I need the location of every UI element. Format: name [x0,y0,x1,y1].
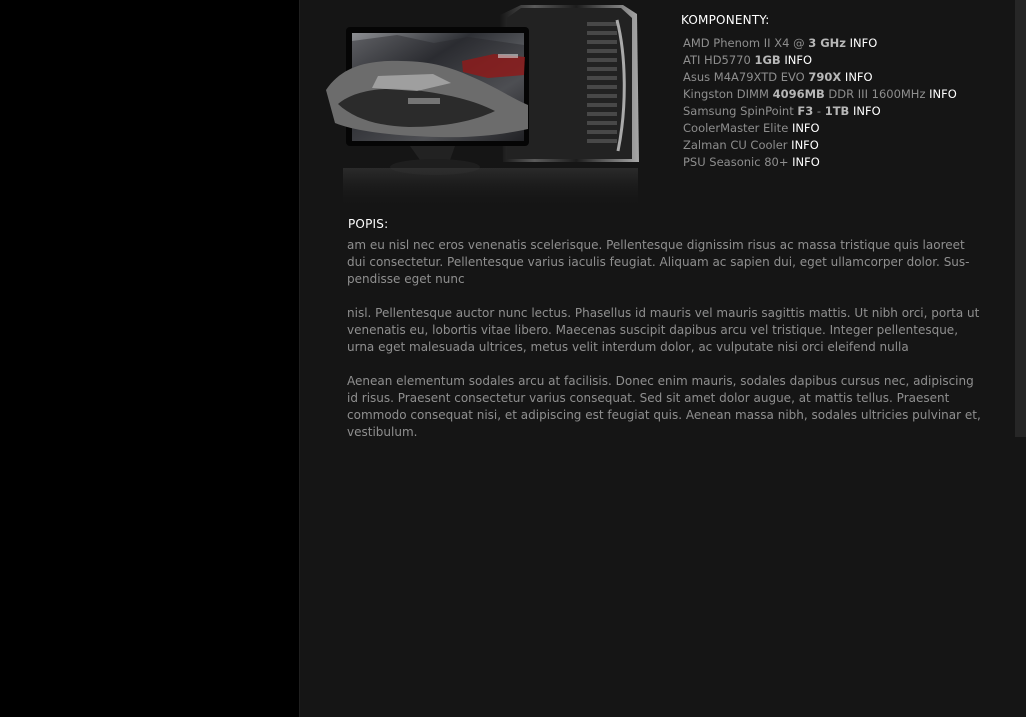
component-info-link[interactable]: INFO [784,53,812,67]
component-spec-highlight: 1TB [824,104,850,118]
component-text: AMD Phenom II X4 @ [683,36,809,50]
component-text: Zalman CU Cooler [683,138,792,152]
component-text: Samsung SpinPoint [683,104,798,118]
component-spec-highlight: 1GB [754,53,781,67]
description-heading: POPIS: [348,217,389,231]
component-info-link[interactable]: INFO [850,36,878,50]
components-list: AMD Phenom II X4 @ 3 GHz INFO ATI HD5770 … [683,35,957,171]
component-spec-highlight: F3 [797,104,814,118]
component-info-link[interactable]: INFO [791,138,819,152]
web-page: KOMPONENTY: AMD Phenom II X4 @ 3 GHz INF… [0,0,1026,717]
component-text: CoolerMaster Elite [683,121,792,135]
component-list-item: AMD Phenom II X4 @ 3 GHz INFO [683,35,957,52]
component-spec-highlight: 790X [808,70,842,84]
component-list-item: ATI HD5770 1GB INFO [683,52,957,69]
components-heading: KOMPONENTY: [681,13,770,27]
description-paragraph: am eu nisl nec eros venenatis scelerisqu… [347,238,970,286]
component-info-link[interactable]: INFO [845,70,873,84]
component-spec-highlight: 3 GHz [808,36,846,50]
component-list-item: Samsung SpinPoint F3 - 1TB INFO [683,103,957,120]
component-text: DDR III 1600MHz [824,87,930,101]
description-paragraph: nisl. Pellentesque auctor nunc lectus. P… [347,306,980,354]
component-info-link[interactable]: INFO [792,121,820,135]
description-paragraph: Aenean elementum sodales arcu at facilis… [347,374,981,439]
left-black-sidebar [0,0,299,717]
description-text: am eu nisl nec eros venenatis scelerisqu… [347,237,987,441]
component-list-item: CoolerMaster Elite INFO [683,120,957,137]
component-text: ATI HD5770 [683,53,755,67]
computer-setup-illustration [323,0,643,210]
component-info-link[interactable]: INFO [929,87,957,101]
component-text: PSU Seasonic 80+ [683,155,793,169]
component-spec-highlight: 4096MB [772,87,825,101]
component-text: - [813,104,825,118]
component-list-item: Kingston DIMM 4096MB DDR III 1600MHz INF… [683,86,957,103]
component-text: Asus M4A79XTD EVO [683,70,809,84]
component-list-item: PSU Seasonic 80+ INFO [683,154,957,171]
component-info-link[interactable]: INFO [792,155,820,169]
computer-setup-image [323,0,643,210]
component-info-link[interactable]: INFO [853,104,881,118]
component-list-item: Asus M4A79XTD EVO 790X INFO [683,69,957,86]
right-scroll-strip[interactable] [1015,0,1026,437]
component-list-item: Zalman CU Cooler INFO [683,137,957,154]
component-text: Kingston DIMM [683,87,773,101]
